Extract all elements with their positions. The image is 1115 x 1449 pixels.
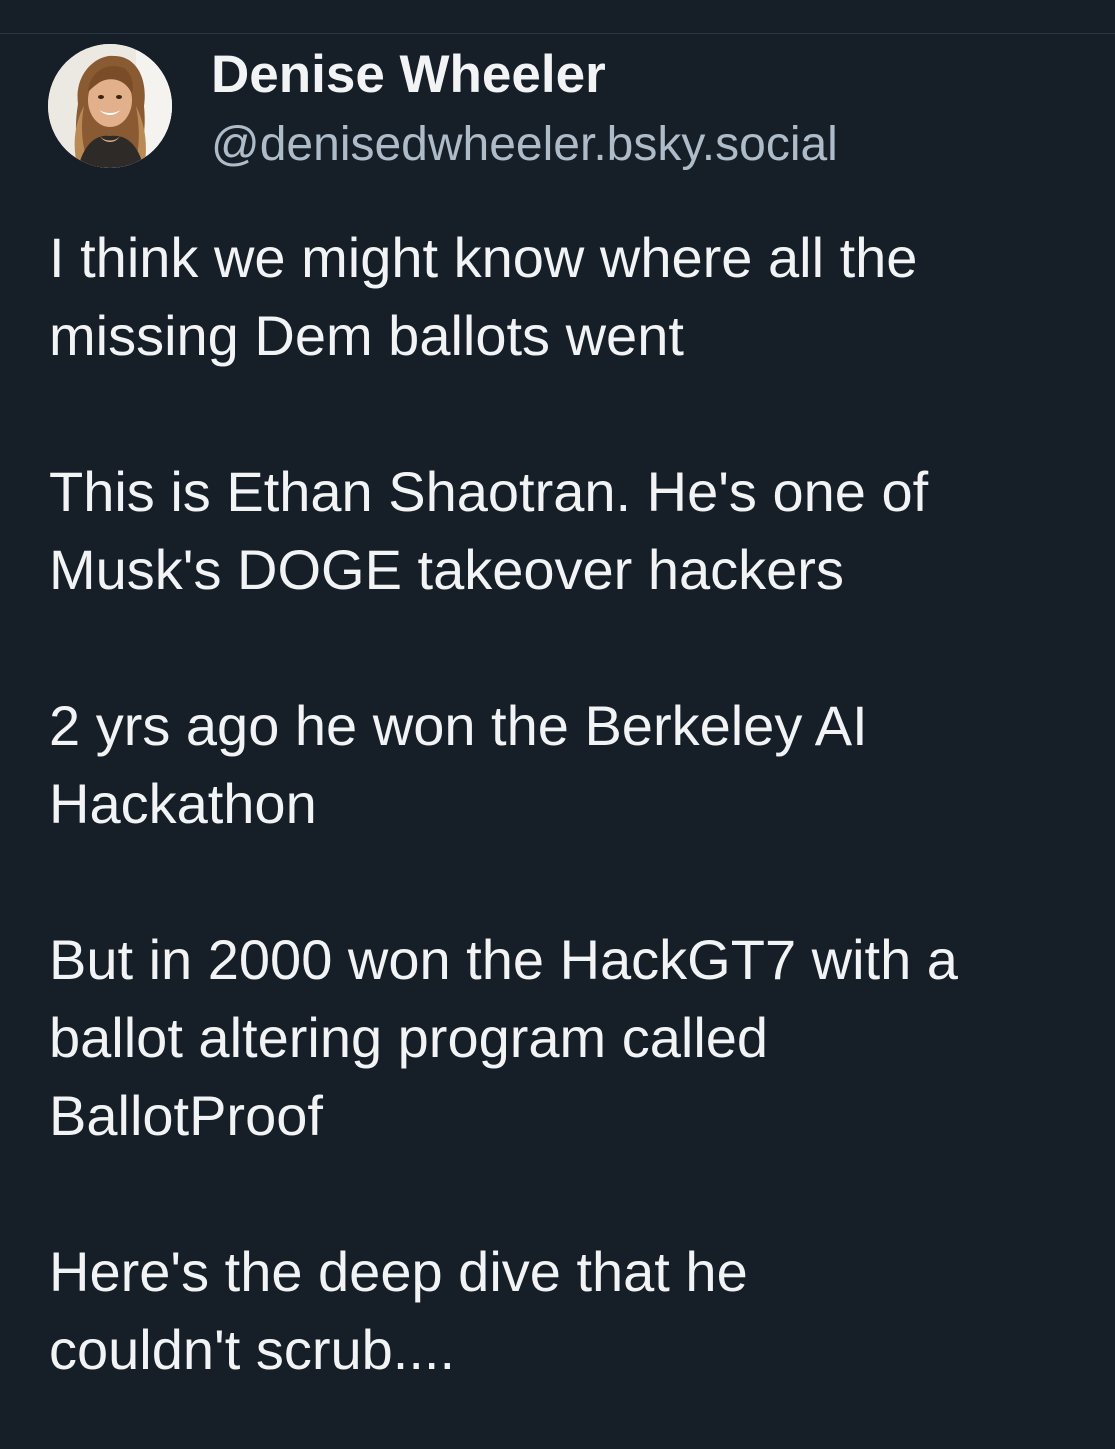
post-paragraph: 2 yrs ago he won the Berkeley AI Hackath… [49,694,868,835]
author-handle[interactable]: @denisedwheeler.bsky.social [211,117,838,173]
post-body: I think we might know where all the miss… [49,219,1089,1389]
post-paragraph: I think we might know where all the miss… [49,226,918,367]
avatar[interactable] [48,44,172,168]
post-card[interactable]: Denise Wheeler @denisedwheeler.bsky.soci… [0,34,1115,1449]
profile-photo-icon [48,44,172,168]
author-display-name[interactable]: Denise Wheeler [211,45,606,105]
post-paragraph: But in 2000 won the HackGT7 with a ballo… [49,928,958,1147]
post-paragraph: Here's the deep dive that he couldn't sc… [49,1240,748,1381]
post-paragraph: This is Ethan Shaotran. He's one of Musk… [49,460,929,601]
